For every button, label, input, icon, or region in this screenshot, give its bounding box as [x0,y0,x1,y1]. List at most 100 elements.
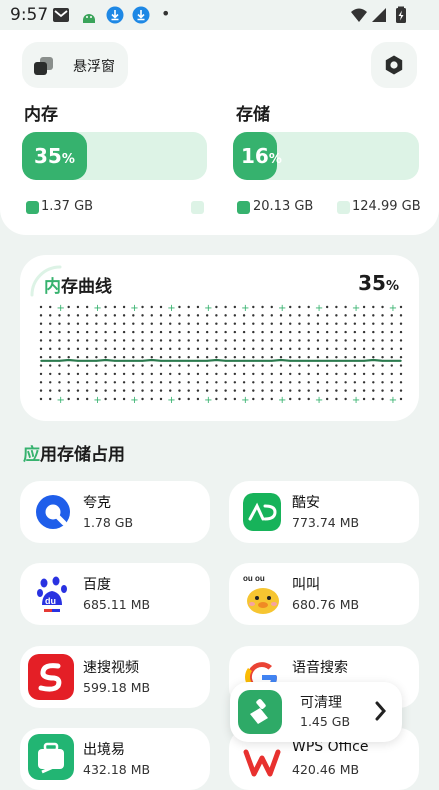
chart-grid-dot [224,372,227,376]
chart-grid-dot [215,381,218,384]
chart-grid-dot [132,372,135,376]
chart-grid-dot [298,397,301,401]
chart-grid-dot [95,355,98,359]
memory-data-point [197,360,199,362]
chart-grid-dot [289,381,292,384]
chart-grid-dot [150,305,153,309]
chart-grid-dot [39,355,43,359]
chart-grid-dot [289,339,292,342]
chart-grid-dot [399,389,403,392]
chart-grid-dot [205,347,209,351]
chart-grid-dot [289,322,292,325]
chart-grid-dot [279,364,283,367]
app-card-baidu[interactable]: du 百度 685.11 MB [20,563,210,625]
memory-curve-title: 内存曲线 [44,277,112,297]
chart-grid-dot [362,314,366,317]
chart-grid-dot [335,330,338,334]
chart-grid-dot [344,389,347,392]
svg-text:ou ou: ou ou [243,574,265,583]
chart-grid-dot [113,389,117,392]
chart-grid-dot [141,381,144,384]
chart-grid-dot [178,397,181,401]
storage-total-value: 124.99 GB [352,199,421,214]
chart-grid-dot [353,330,357,334]
chart-grid-dot [187,330,190,334]
chart-grid-dot [58,330,61,334]
app-card-susou[interactable]: 速搜视频 599.18 MB [20,646,210,708]
cleanable-size: 1.45 GB [300,714,351,729]
storage-total-swatch [337,201,350,214]
chart-grid-dot [233,305,237,309]
settings-button[interactable] [371,42,417,88]
chart-grid-dot [215,355,218,359]
chart-grid-dot [362,372,366,376]
chart-grid-dot [298,355,301,359]
chart-grid-dot [122,322,126,325]
chart-grid-dot [104,314,107,317]
chart-grid-dot [335,397,338,401]
chart-grid-dot [122,372,126,376]
chart-grid-dot [187,364,190,367]
storage-used-value: 20.13 GB [253,199,314,214]
chart-grid-dot [307,381,310,384]
chart-grid-dot [113,339,117,342]
chart-grid-dot [85,381,89,384]
chart-grid-dot [316,322,320,325]
chart-grid-dot [335,372,338,376]
chart-grid-dot [316,381,320,384]
app-card-coolapk[interactable]: 酷安 773.74 MB [229,481,419,543]
chart-grid-dot [49,314,52,317]
chart-grid-dot [67,364,70,367]
chart-grid-dot [150,314,153,317]
chart-grid-dot [242,364,246,367]
signal-icon [372,8,386,22]
battery-icon [396,6,406,23]
download-icon [106,6,124,24]
chart-grid-dot [335,347,338,351]
app-card-jiaojiao[interactable]: ou ou 叫叫 680.76 MB [229,563,419,625]
chart-grid-dot [215,314,218,317]
chart-grid-dot [335,389,338,392]
chart-grid-dot [307,372,310,376]
app-card-chujingyi[interactable]: 出境易 432.18 MB [20,728,210,790]
chart-grid-dot [76,381,80,384]
coolapk-icon [243,493,281,531]
memory-data-point [215,359,218,361]
memory-data-point [123,360,125,362]
chart-grid-plus: + [93,395,101,403]
chart-grid-dot [233,372,237,376]
chart-grid-dot [187,305,190,309]
chart-grid-dot [233,364,237,367]
chart-grid-dot [316,339,320,342]
chart-grid-dot [76,364,80,367]
app-card-quark[interactable]: 夸克 1.78 GB [20,481,210,543]
chart-grid-dot [76,347,80,351]
chart-grid-dot [95,322,98,325]
chart-grid-dot [325,372,329,376]
chart-grid-dot [67,381,70,384]
chart-grid-dot [39,347,43,351]
chart-grid-dot [67,397,70,401]
chart-grid-dot [325,322,329,325]
chart-grid-dot [141,322,144,325]
chart-grid-dot [178,389,181,392]
memory-data-point [114,360,116,362]
chart-grid-dot [233,330,237,334]
floating-window-button[interactable]: 悬浮窗 [22,42,128,88]
percent-sign: % [385,279,399,294]
chart-grid-dot [67,330,70,334]
chart-grid-dot [224,347,227,351]
memory-data-point [187,360,190,362]
chart-grid-dot [372,355,375,359]
memory-data-point [317,360,319,362]
chart-grid-dot [178,372,181,376]
memory-data-point [224,360,227,362]
app-size: 1.78 GB [83,515,134,530]
chart-grid-dot [141,305,144,309]
chart-grid-dot [58,339,61,342]
memory-data-point [354,360,356,362]
chart-grid-dot [372,322,375,325]
cleanable-popup[interactable]: 可清理 1.45 GB [230,682,402,742]
chart-grid-dot [242,314,246,317]
memory-data-point [326,360,328,362]
